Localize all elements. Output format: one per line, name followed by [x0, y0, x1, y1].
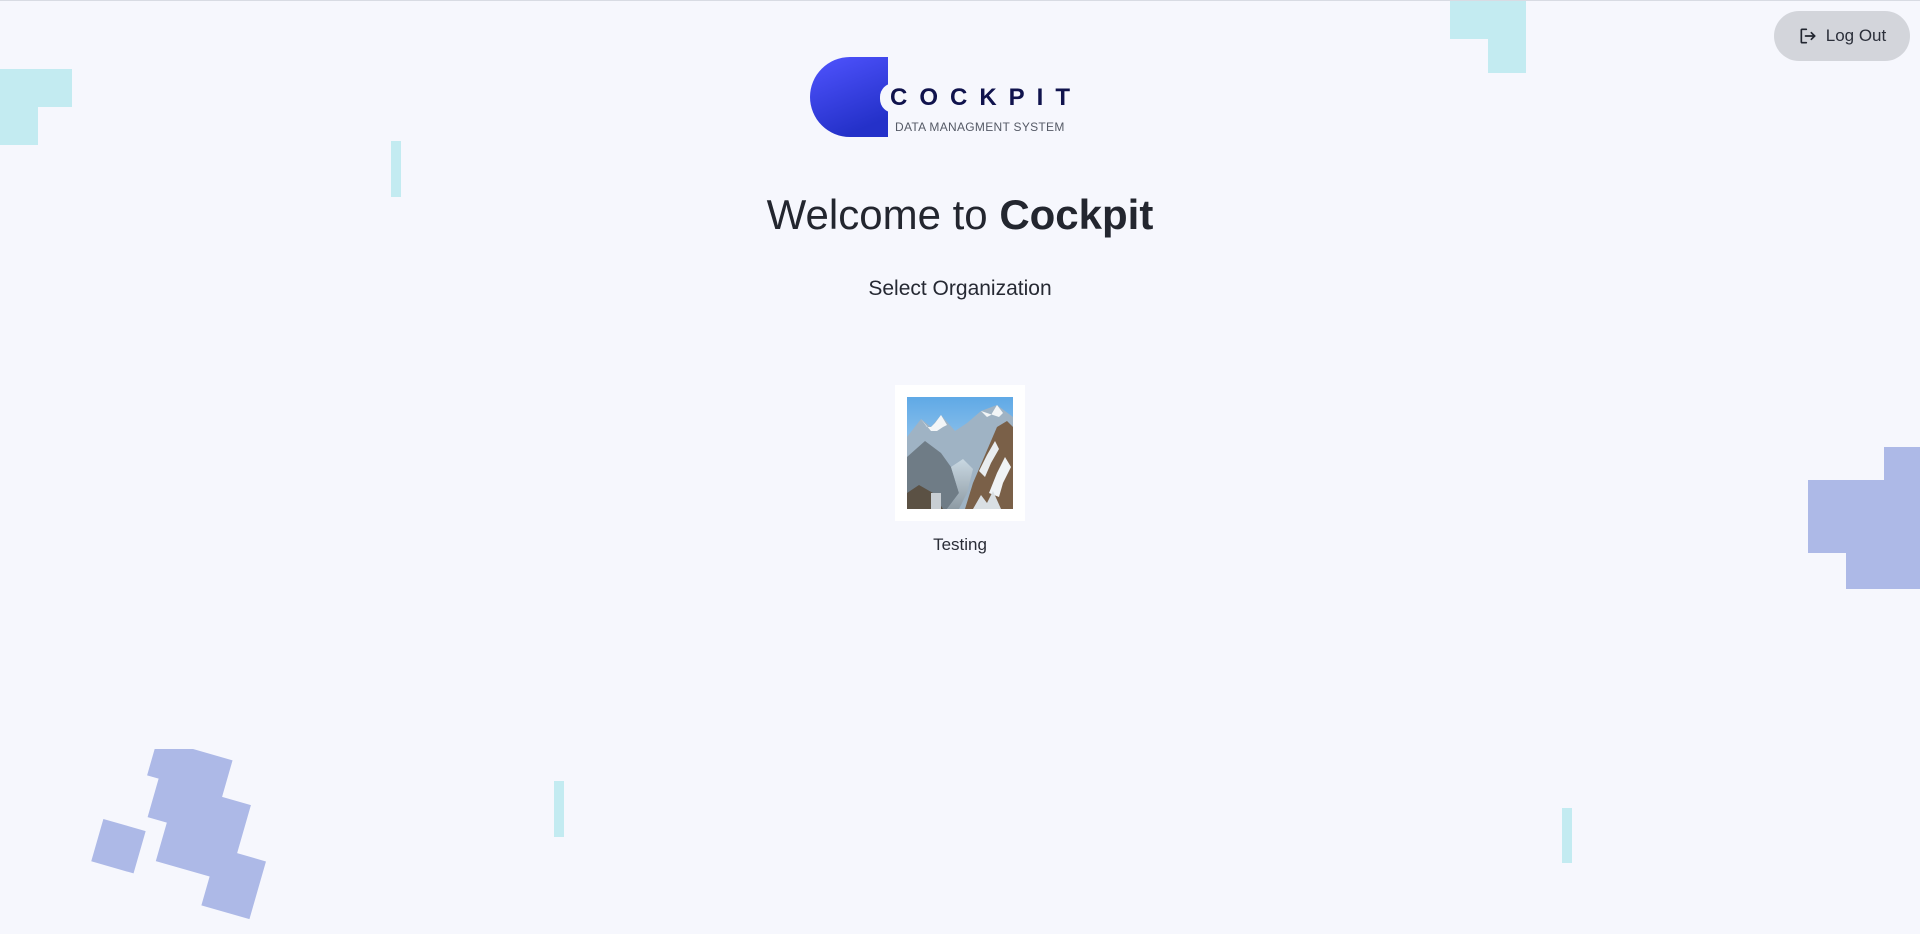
decor-bottom-bar-right — [1562, 808, 1572, 863]
organization-name: Testing — [933, 535, 987, 554]
logout-label: Log Out — [1825, 26, 1887, 45]
org-select-page: Log Out COCKPIT DATA MANAGMENT SYSTEM We… — [0, 0, 1920, 934]
decor-right-block — [1808, 447, 1920, 589]
mountain-landscape-image — [907, 397, 1013, 509]
organization-card[interactable]: Testing — [895, 385, 1025, 555]
decor-top-right-block — [1450, 1, 1526, 73]
decor-bottom-bar-center — [554, 781, 564, 837]
decor-top-bar — [391, 141, 401, 197]
cockpit-logo: COCKPIT DATA MANAGMENT SYSTEM — [810, 57, 1090, 141]
logout-icon — [1800, 28, 1816, 44]
organization-thumbnail — [895, 385, 1025, 521]
select-organization-label: Select Organization — [868, 277, 1052, 300]
brand-tagline: DATA MANAGMENT SYSTEM — [895, 120, 1065, 134]
welcome-prefix: Welcome to — [766, 191, 1000, 238]
decor-bottom-left-tilted-block — [91, 749, 266, 920]
logo-mark-icon — [810, 57, 888, 137]
welcome-app-name: Cockpit — [999, 191, 1154, 238]
logout-button[interactable]: Log Out — [1774, 11, 1910, 61]
brand-name: COCKPIT — [880, 83, 1090, 113]
decor-top-left-block — [0, 69, 72, 145]
welcome-heading: Welcome to Cockpit — [0, 191, 1920, 239]
